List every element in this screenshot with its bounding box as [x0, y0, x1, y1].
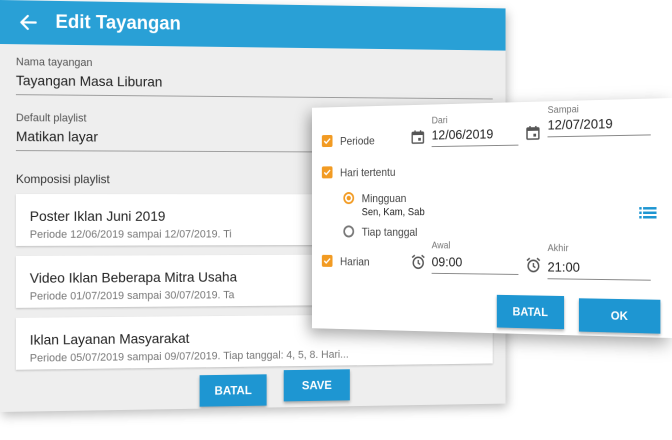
save-button[interactable]: SAVE	[283, 369, 350, 402]
days-checkbox[interactable]	[321, 166, 333, 179]
weekly-label: Mingguan	[361, 191, 407, 205]
list-icon[interactable]	[639, 206, 657, 224]
check-icon	[323, 256, 332, 266]
cancel-button[interactable]: BATAL	[199, 374, 267, 407]
monthly-label: Tiap tanggal	[361, 225, 418, 239]
start-time-field[interactable]: 09:00	[431, 253, 519, 275]
daily-label: Harian	[340, 254, 370, 269]
calendar-icon[interactable]	[526, 125, 541, 146]
to-date-field[interactable]: 12/07/2019	[547, 114, 651, 138]
from-date-field[interactable]: 12/06/2019	[431, 125, 519, 148]
start-label: Awal	[431, 240, 451, 252]
end-label: Akhir	[547, 243, 569, 255]
playlist-item-subtitle: Periode 05/07/2019 sampai 09/07/2019. Ti…	[29, 348, 349, 365]
alarm-icon[interactable]	[411, 254, 426, 275]
from-label: Dari	[431, 115, 448, 127]
name-field-value[interactable]: Tayangan Masa Liburan	[15, 72, 493, 100]
days-label: Hari tertentu	[340, 165, 396, 180]
dialog-cancel-button[interactable]: BATAL	[496, 294, 565, 330]
name-field-label: Nama tayangan	[15, 56, 93, 70]
calendar-icon[interactable]	[411, 129, 425, 149]
end-time-field[interactable]: 21:00	[547, 258, 651, 281]
name-field[interactable]: Nama tayangan Tayangan Masa Liburan	[15, 56, 493, 100]
to-label: Sampai	[547, 104, 579, 116]
periode-label: Periode	[340, 134, 375, 148]
daily-checkbox[interactable]	[321, 254, 333, 267]
page-title: Edit Tayangan	[55, 11, 181, 35]
schedule-dialog: Periode Dari 12/06/2019 Sampai 12/07/201…	[311, 98, 672, 338]
alarm-icon[interactable]	[526, 257, 541, 278]
weekly-radio[interactable]	[343, 192, 355, 205]
weekly-value: Sen, Kam, Sab	[361, 206, 425, 218]
arrow-left-icon[interactable]	[0, 0, 55, 45]
check-icon	[323, 167, 332, 177]
ok-button[interactable]: OK	[578, 298, 661, 334]
app-bar: Edit Tayangan	[0, 0, 506, 51]
periode-checkbox[interactable]	[321, 134, 333, 148]
monthly-radio[interactable]	[343, 225, 355, 238]
check-icon	[323, 136, 332, 146]
composition-title: Komposisi playlist	[15, 172, 110, 187]
